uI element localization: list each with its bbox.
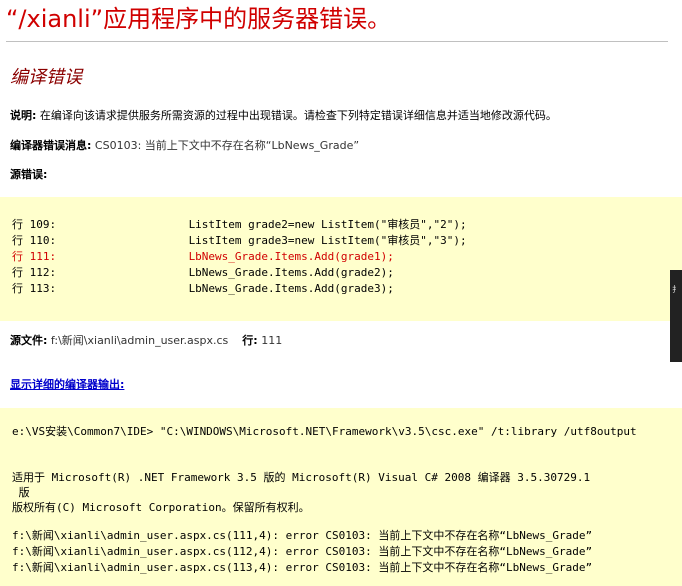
title-divider [6,41,668,42]
side-strip-glyph-icon: 扌 [672,285,680,294]
code-line-109: 行 109: ListItem grade2=new ListItem("审核员… [12,218,467,231]
source-file-row: 源文件: f:\新闻\xianli\admin_user.aspx.cs 行: … [10,333,282,349]
source-error-code-block: 行 109: ListItem grade2=new ListItem("审核员… [0,197,682,321]
compiler-output-code-block: e:\VS安装\Common7\IDE> "C:\WINDOWS\Microso… [0,408,682,586]
compiler-output-command: e:\VS安装\Common7\IDE> "C:\WINDOWS\Microso… [12,425,637,438]
source-line-label: 行: [242,334,258,347]
source-error-row: 源错误: [10,167,47,183]
compiler-message-text: CS0103: 当前上下文中不存在名称“LbNews_Grade” [94,139,360,152]
section-title: 编译错误 [10,67,82,88]
source-line-number: 111 [261,334,283,347]
source-file-path: f:\新闻\xianli\admin_user.aspx.cs [50,334,229,347]
source-file-label: 源文件: [10,334,48,347]
compiler-message-row: 编译器错误消息: CS0103: 当前上下文中不存在名称“LbNews_Grad… [10,138,359,154]
side-floating-strip[interactable] [670,270,682,362]
description-text: 在编译向该请求提供服务所需资源的过程中出现错误。请检查下列特定错误详细信息并适当… [39,109,557,122]
description-label: 说明: [10,109,37,122]
code-line-110: 行 110: ListItem grade3=new ListItem("审核员… [12,234,467,247]
show-compiler-output-link[interactable]: 显示详细的编译器输出: [10,377,124,393]
compiler-output-error-1: f:\新闻\xianli\admin_user.aspx.cs(111,4): … [12,529,593,542]
code-line-112: 行 112: LbNews_Grade.Items.Add(grade2); [12,266,394,279]
source-error-label: 源错误: [10,168,48,181]
compiler-output-error-2: f:\新闻\xianli\admin_user.aspx.cs(112,4): … [12,545,593,558]
description-row: 说明: 在编译向该请求提供服务所需资源的过程中出现错误。请检查下列特定错误详细信… [10,108,557,124]
compiler-output-error-3: f:\新闻\xianli\admin_user.aspx.cs(113,4): … [12,561,593,574]
compiler-output-banner-cont: 版 [12,486,30,499]
compiler-output-banner: 适用于 Microsoft(R) .NET Framework 3.5 版的 M… [12,471,591,484]
compiler-output-copyright: 版权所有(C) Microsoft Corporation。保留所有权利。 [12,501,310,514]
code-line-113: 行 113: LbNews_Grade.Items.Add(grade3); [12,282,394,295]
compiler-message-label: 编译器错误消息: [10,139,92,152]
page-title: “/xianli”应用程序中的服务器错误。 [6,5,392,33]
code-line-111-error: 行 111: LbNews_Grade.Items.Add(grade1); [12,250,394,263]
